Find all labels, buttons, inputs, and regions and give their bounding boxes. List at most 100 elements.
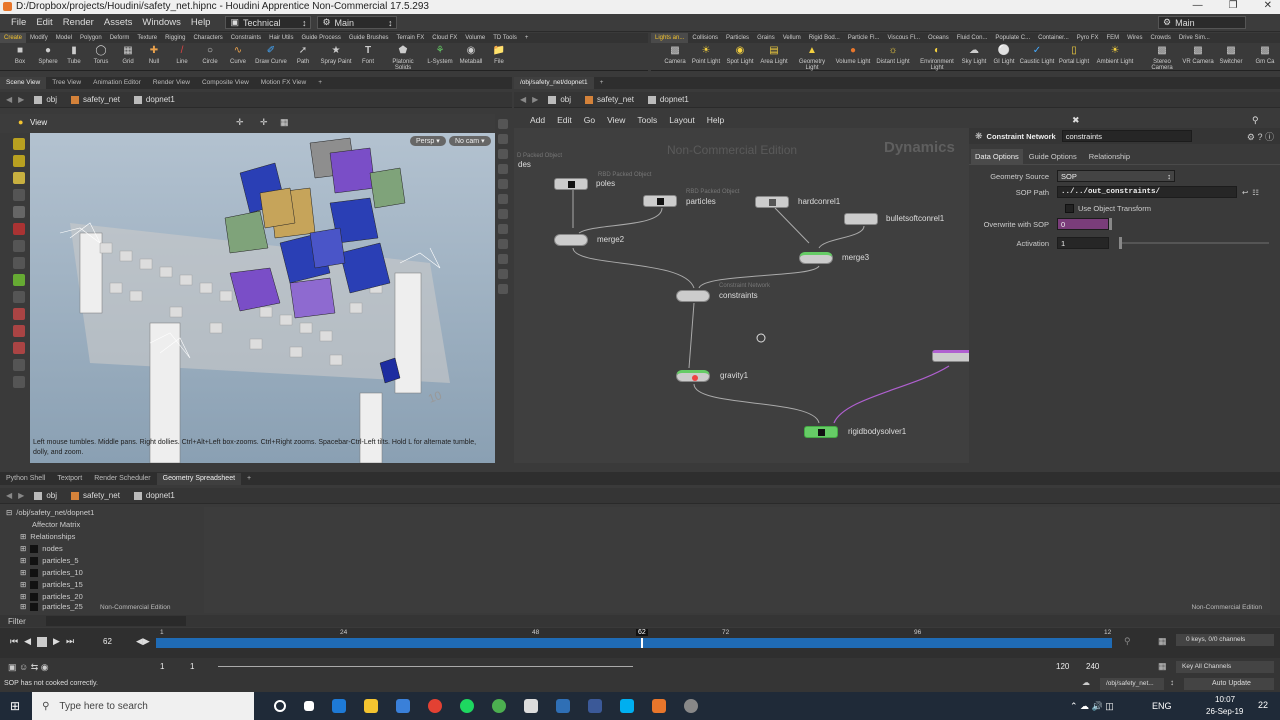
box-tool[interactable]: ■ Box (8, 43, 32, 66)
timeline-cursor[interactable] (641, 638, 643, 648)
node-poles[interactable] (554, 178, 588, 190)
spray-paint-tool[interactable]: ★ Spray Paint (318, 43, 354, 66)
node-constraints[interactable] (676, 290, 710, 302)
shelf-tab[interactable]: Particle Fl... (844, 33, 884, 43)
caustic-light-tool[interactable]: ✓ Caustic Light (1019, 43, 1055, 66)
shade-icon[interactable] (498, 194, 508, 204)
add-tab-icon[interactable]: + (312, 77, 328, 89)
ghost-icon[interactable] (498, 164, 508, 174)
menu-layout[interactable]: Layout (663, 115, 701, 125)
shelf-tab[interactable]: Rigging (161, 33, 189, 43)
slider-handle[interactable] (1109, 218, 1112, 230)
tray-icons[interactable]: ⌃ ☁ 🔊 ◫ (1070, 701, 1114, 712)
menu-help[interactable]: Help (186, 17, 216, 28)
app-icon[interactable] (556, 699, 571, 713)
normal-icon[interactable] (498, 224, 508, 234)
shelf-tab[interactable]: Wires (1123, 33, 1146, 43)
menu-windows[interactable]: Windows (137, 17, 186, 28)
node-bulletsoftconrel1[interactable] (844, 213, 878, 225)
lock-icon[interactable] (13, 206, 25, 218)
step-icon[interactable]: ◀▶ (136, 636, 150, 647)
tube-tool[interactable]: ▮ Tube (64, 43, 84, 66)
shelf-tab[interactable]: Model (52, 33, 76, 43)
view-tool-icon[interactable] (13, 172, 25, 184)
menu-file[interactable]: File (6, 17, 31, 28)
jump-icon[interactable]: ↩ (1242, 188, 1248, 197)
channel-icon[interactable]: ▦ (1158, 636, 1167, 647)
area-light-tool[interactable]: ▤ Area Light (759, 43, 789, 66)
camera-menu[interactable]: No cam ▾ (449, 136, 491, 146)
menu-render[interactable]: Render (58, 17, 99, 28)
overwrite-field[interactable]: 0 (1057, 218, 1109, 230)
brush-icon[interactable] (13, 359, 25, 371)
tab-render-scheduler[interactable]: Render Scheduler (88, 473, 156, 485)
shelf-tab[interactable]: Characters (189, 33, 226, 43)
last-frame-icon[interactable]: ⏭ (66, 636, 74, 647)
magnet-icon[interactable] (13, 240, 25, 252)
menu-add[interactable]: Add (524, 115, 551, 125)
draw-curve-tool[interactable]: ✐ Draw Curve (254, 43, 288, 66)
shelf-tab[interactable]: Volume (461, 33, 489, 43)
point-icon[interactable] (498, 209, 508, 219)
channel-list-icon[interactable]: ▦ (1158, 661, 1167, 672)
shelf-tab[interactable]: Pyro FX (1073, 33, 1103, 43)
tab-tree-view[interactable]: Tree View (46, 77, 87, 89)
breadcrumb-obj[interactable]: obj (34, 491, 57, 500)
vector-icon[interactable] (498, 254, 508, 264)
chrome-green-icon[interactable] (492, 699, 507, 713)
node-chooser-icon[interactable]: ☷ (1252, 188, 1259, 197)
tab-geometry-spreadsheet[interactable]: Geometry Spreadsheet (156, 472, 242, 485)
key-icon[interactable]: ⚲ (1124, 636, 1131, 647)
tab-python-shell[interactable]: Python Shell (0, 473, 51, 485)
timeline-bar[interactable]: 1 24 48 72 96 12 62 (156, 629, 1112, 648)
auto-update-icon[interactable]: ↕ (1170, 678, 1174, 687)
gear-icon[interactable]: ⚙ ? ⓘ (1247, 130, 1274, 143)
breadcrumb-safety-net[interactable]: safety_net (71, 95, 120, 104)
store-icon[interactable] (396, 699, 411, 713)
node-hardconrel1[interactable] (755, 196, 789, 208)
skype-icon[interactable] (620, 699, 635, 713)
stop-icon[interactable] (37, 636, 48, 647)
tab-scene-view[interactable]: Scene View (0, 77, 47, 89)
magnet-red-icon[interactable] (13, 342, 25, 354)
minimize-icon[interactable]: — (1193, 0, 1203, 11)
l-system-tool[interactable]: ⚘ L-System (426, 43, 454, 66)
platonic-solids-tool[interactable]: ⬟ Platonic Solids (388, 43, 418, 72)
node-name-field[interactable]: constraints (1061, 130, 1192, 142)
breadcrumb-dopnet1[interactable]: dopnet1 (647, 95, 689, 104)
step-back-icon[interactable]: ◀ (24, 636, 31, 647)
language-indicator[interactable]: ENG (1152, 701, 1172, 711)
notification-count[interactable]: 22 (1258, 700, 1268, 710)
shelf-tab[interactable]: Vellum (779, 33, 805, 43)
sky-light-tool[interactable]: ☁ Sky Light (961, 43, 987, 66)
close-icon[interactable]: ✕ (1264, 0, 1272, 11)
shelf-tab[interactable]: Populate C... (991, 33, 1034, 43)
metaball-tool[interactable]: ◉ Metaball (458, 43, 484, 66)
tree-row[interactable]: ⊞ nodes (0, 543, 198, 555)
lock-camera-icon[interactable] (498, 134, 508, 144)
first-frame-icon[interactable]: ⏮ (10, 636, 18, 647)
menu-view[interactable]: View (601, 115, 631, 125)
back-icon[interactable]: ◀ (520, 95, 526, 104)
start-frame-field-2[interactable]: 1 (190, 662, 194, 671)
spotify-icon[interactable] (460, 699, 475, 713)
shelf-tab[interactable]: Constraints (227, 33, 265, 43)
point-light-tool[interactable]: ☀ Point Light (691, 43, 721, 66)
tab-composite-view[interactable]: Composite View (196, 77, 255, 89)
forward-icon[interactable]: ▶ (18, 95, 24, 104)
houdini-icon[interactable] (652, 699, 667, 713)
file-explorer-icon[interactable] (364, 699, 379, 713)
shelf-tab[interactable]: Guide Process (297, 33, 344, 43)
back-icon[interactable]: ◀ (6, 95, 12, 104)
menu-help[interactable]: Help (701, 115, 730, 125)
display-icon[interactable] (498, 119, 508, 129)
status-path-field[interactable]: /obj/safety_net... (1100, 678, 1164, 690)
environment-light-tool[interactable]: ◐ Environment Light (917, 43, 957, 72)
switcher-tool[interactable]: ▩ Switcher (1217, 43, 1245, 66)
tab-motion-fx-view[interactable]: Motion FX View (255, 77, 312, 89)
mail-icon[interactable] (524, 699, 539, 713)
forward-icon[interactable]: ▶ (532, 95, 538, 104)
flag-icon[interactable] (498, 284, 508, 294)
forward-icon[interactable]: ▶ (18, 491, 24, 500)
wrench-icon[interactable]: ✖ (1072, 115, 1080, 126)
